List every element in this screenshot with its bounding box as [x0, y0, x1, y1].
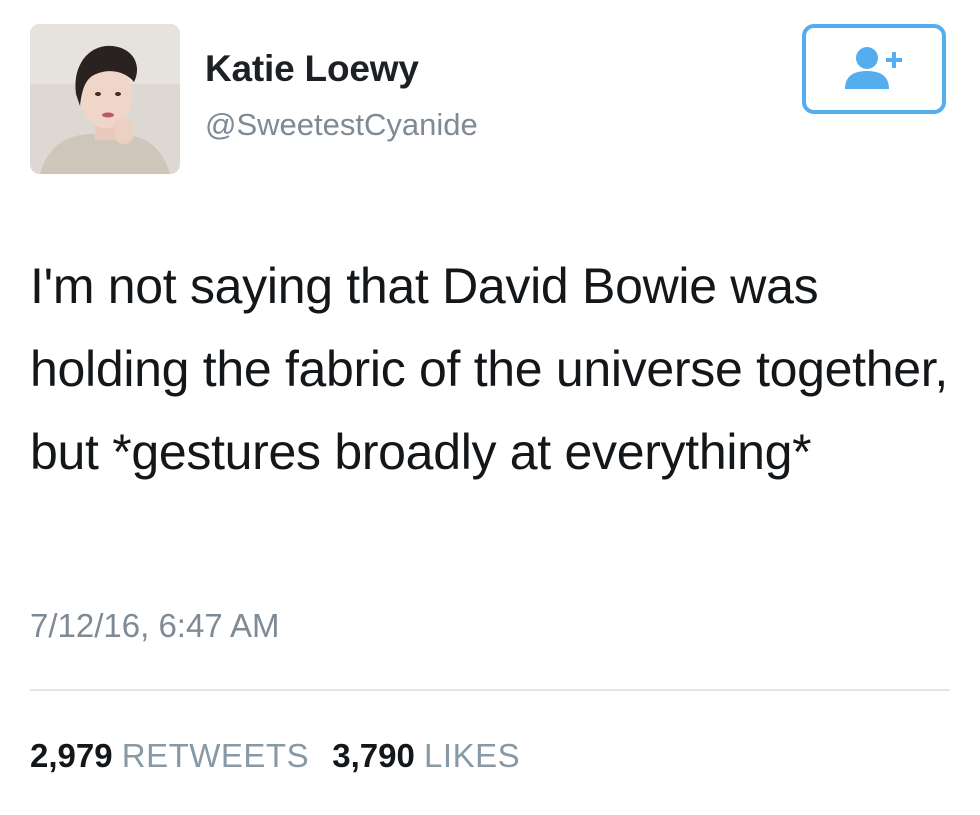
likes-label: LIKES [424, 737, 521, 774]
tweet-text: I'm not saying that David Bowie was hold… [30, 258, 948, 480]
likes-count: 3,790 [332, 737, 415, 774]
follow-button[interactable] [802, 24, 946, 114]
author-handle[interactable]: @SweetestCyanide [205, 107, 478, 143]
avatar[interactable] [30, 24, 180, 174]
retweets-count: 2,979 [30, 737, 113, 774]
profile-photo [30, 24, 180, 174]
tweet-timestamp[interactable]: 7/12/16, 6:47 AM [30, 607, 280, 645]
author-name[interactable]: Katie Loewy [205, 48, 419, 90]
retweets-stat[interactable]: 2,979 RETWEETS [30, 737, 309, 775]
likes-stat[interactable]: 3,790 LIKES [332, 737, 520, 775]
retweets-label: RETWEETS [121, 737, 310, 774]
divider [30, 689, 950, 691]
tweet-stats: 2,979 RETWEETS 3,790 LIKES [30, 737, 534, 775]
add-user-icon [845, 47, 902, 89]
